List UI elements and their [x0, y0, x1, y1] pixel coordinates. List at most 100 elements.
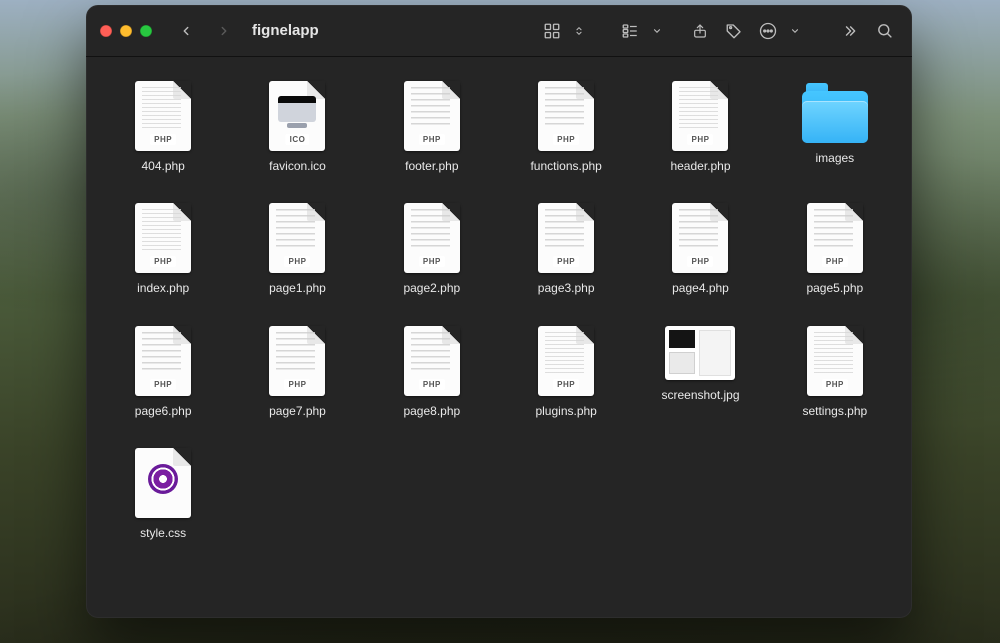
file-item[interactable]: PHP page2.php — [377, 203, 487, 295]
file-item[interactable]: PHP page8.php — [377, 326, 487, 418]
file-item[interactable]: screenshot.jpg — [645, 326, 755, 418]
toolbar-right — [538, 17, 898, 45]
share-button[interactable] — [686, 17, 714, 45]
file-item[interactable]: PHP page4.php — [645, 203, 755, 295]
file-name-label: 404.php — [141, 159, 184, 173]
file-type-badge: PHP — [553, 256, 579, 267]
file-grid: PHP404.phpICOfavicon.icoPHPfooter.phpPHP… — [108, 81, 890, 541]
minimize-button[interactable] — [120, 25, 132, 37]
file-item[interactable]: images — [780, 81, 890, 173]
php-file-icon: PHP — [538, 203, 594, 273]
php-file-icon: PHP — [135, 81, 191, 151]
file-name-label: plugins.php — [535, 404, 596, 418]
search-button[interactable] — [870, 17, 898, 45]
forward-button[interactable] — [210, 17, 238, 45]
file-type-badge: PHP — [285, 256, 311, 267]
magnifier-icon — [876, 22, 893, 39]
php-file-icon: PHP — [672, 81, 728, 151]
file-item[interactable]: PHPpage3.php — [511, 203, 621, 295]
file-name-label: page1.php — [269, 281, 326, 295]
file-name-label: page2.php — [403, 281, 460, 295]
chevron-double-right-icon — [842, 24, 858, 38]
file-name-label: page8.php — [403, 404, 460, 418]
more-actions-button[interactable] — [754, 17, 782, 45]
file-item[interactable]: PHP header.php — [645, 81, 755, 173]
tag-icon — [725, 22, 743, 40]
chevron-right-icon — [217, 24, 231, 38]
titlebar: fignelapp — [86, 5, 912, 57]
php-file-icon: PHP — [404, 326, 460, 396]
file-type-badge: PHP — [419, 256, 445, 267]
file-name-label: settings.php — [802, 404, 867, 418]
file-item[interactable]: PHP footer.php — [377, 81, 487, 173]
php-file-icon: PHP — [538, 81, 594, 151]
file-type-badge: PHP — [688, 256, 714, 267]
file-name-label: favicon.ico — [269, 159, 326, 173]
file-item[interactable]: PHP settings.php — [780, 326, 890, 418]
file-type-badge: PHP — [688, 134, 714, 145]
back-button[interactable] — [172, 17, 200, 45]
group-icon — [620, 22, 640, 40]
up-down-chevron-icon — [574, 24, 584, 38]
file-item[interactable]: PHP plugins.php — [511, 326, 621, 418]
file-item[interactable]: PHP page5.php — [780, 203, 890, 295]
php-file-icon: PHP — [807, 326, 863, 396]
php-file-icon: PHP — [269, 203, 325, 273]
overflow-button[interactable] — [836, 17, 864, 45]
view-icons-button[interactable] — [538, 17, 566, 45]
tags-button[interactable] — [720, 17, 748, 45]
php-file-icon: PHP — [404, 203, 460, 273]
file-name-label: page4.php — [672, 281, 729, 295]
file-name-label: page5.php — [806, 281, 863, 295]
chevron-down-icon — [652, 26, 662, 36]
php-file-icon: PHP — [672, 203, 728, 273]
file-type-badge: PHP — [150, 134, 176, 145]
file-item[interactable]: ICO favicon.ico — [242, 81, 352, 173]
group-by-button[interactable] — [616, 17, 644, 45]
php-file-icon: PHP — [135, 203, 191, 273]
file-type-badge: PHP — [553, 379, 579, 390]
file-item[interactable]: PHP page1.php — [242, 203, 352, 295]
php-file-icon: PHP — [404, 81, 460, 151]
file-item[interactable]: PHP page6.php — [108, 326, 218, 418]
grid-icon — [543, 22, 561, 40]
chevron-down-icon — [790, 26, 800, 36]
css-file-icon — [135, 448, 191, 518]
ico-file-icon: ICO — [269, 81, 325, 151]
file-type-badge: PHP — [150, 379, 176, 390]
more-actions-chevron[interactable] — [788, 17, 802, 45]
file-grid-area: PHP404.phpICOfavicon.icoPHPfooter.phpPHP… — [86, 57, 912, 618]
file-type-badge: ICO — [286, 134, 310, 145]
close-button[interactable] — [100, 25, 112, 37]
window-title: fignelapp — [252, 22, 319, 39]
file-name-label: screenshot.jpg — [661, 388, 739, 402]
file-name-label: page6.php — [135, 404, 192, 418]
file-item[interactable]: style.css — [108, 448, 218, 540]
file-name-label: header.php — [670, 159, 730, 173]
file-type-badge: PHP — [419, 134, 445, 145]
share-icon — [692, 22, 708, 40]
file-type-badge: PHP — [419, 379, 445, 390]
file-type-badge: PHP — [822, 256, 848, 267]
image-thumbnail-icon — [665, 326, 735, 380]
file-item[interactable]: PHP page7.php — [242, 326, 352, 418]
file-item[interactable]: PHP 404.php — [108, 81, 218, 173]
php-file-icon: PHP — [807, 203, 863, 273]
file-type-badge: PHP — [822, 379, 848, 390]
chevron-left-icon — [179, 24, 193, 38]
window-controls — [100, 25, 152, 37]
folder-icon — [802, 91, 868, 143]
file-name-label: page7.php — [269, 404, 326, 418]
ellipsis-circle-icon — [758, 21, 778, 41]
file-item[interactable]: PHPfunctions.php — [511, 81, 621, 173]
file-name-label: style.css — [140, 526, 186, 540]
zoom-button[interactable] — [140, 25, 152, 37]
finder-window: fignelapp — [86, 5, 912, 618]
file-type-badge: PHP — [285, 379, 311, 390]
view-icons-chevron[interactable] — [572, 17, 586, 45]
file-item[interactable]: PHPindex.php — [108, 203, 218, 295]
file-name-label: footer.php — [405, 159, 458, 173]
group-by-chevron[interactable] — [650, 17, 664, 45]
php-file-icon: PHP — [135, 326, 191, 396]
php-file-icon: PHP — [538, 326, 594, 396]
